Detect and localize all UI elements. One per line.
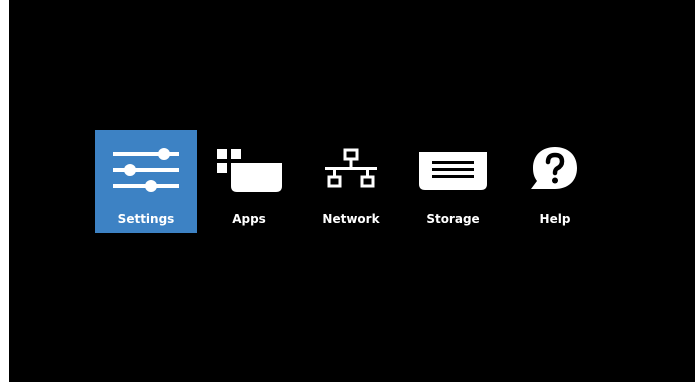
menu-item-label: Storage	[426, 212, 480, 226]
menu-item-label: Settings	[117, 212, 175, 226]
storage-icon	[402, 144, 504, 194]
settings-sliders-icon	[95, 144, 197, 194]
menu-item-label: Help	[539, 212, 571, 226]
menu-item-label: Network	[322, 212, 380, 226]
menu-item-help[interactable]: Help	[504, 130, 606, 233]
apps-icon	[198, 144, 300, 194]
menu-item-apps[interactable]: Apps	[198, 130, 300, 233]
network-icon	[300, 144, 402, 194]
home-screen: Settings Apps Network Storage Help	[9, 0, 695, 382]
menu-item-label: Apps	[232, 212, 266, 226]
menu-item-settings[interactable]: Settings	[95, 130, 197, 233]
menu-item-network[interactable]: Network	[300, 130, 402, 233]
menu-item-storage[interactable]: Storage	[402, 130, 504, 233]
help-icon	[504, 144, 606, 194]
